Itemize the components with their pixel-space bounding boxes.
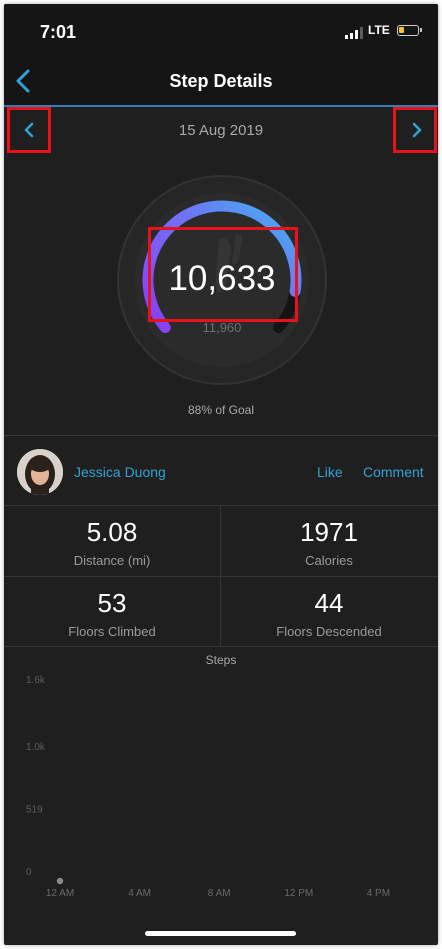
chevron-right-icon xyxy=(412,122,422,138)
y-tick-label: 1.0k xyxy=(26,742,46,753)
chart-title: Steps xyxy=(206,653,237,667)
divider xyxy=(4,646,438,647)
stat-distance: 5.08 Distance (mi) xyxy=(4,517,220,568)
nav-bar: Step Details xyxy=(4,56,438,107)
x-tick-label: 4 AM xyxy=(128,888,151,899)
stat-label: Calories xyxy=(305,553,353,568)
stat-floors-descended: 44 Floors Descended xyxy=(221,588,437,639)
divider xyxy=(4,576,438,577)
status-bar: 7:01 LTE xyxy=(4,4,438,56)
signal-icon xyxy=(345,27,363,39)
y-tick-label: 0 xyxy=(26,867,32,878)
stat-value: 53 xyxy=(97,588,127,618)
x-tick-label: 12 AM xyxy=(46,888,74,899)
y-tick-label: 519 xyxy=(26,805,43,816)
status-time: 7:01 xyxy=(40,22,77,42)
stat-label: Distance (mi) xyxy=(73,553,151,568)
stat-label: Floors Climbed xyxy=(68,624,156,639)
x-tick-dot xyxy=(56,877,64,885)
stat-label: Floors Descended xyxy=(276,624,382,639)
divider xyxy=(4,505,438,506)
home-indicator[interactable] xyxy=(145,931,296,936)
goal-percent: 88% of Goal xyxy=(187,403,255,417)
avatar[interactable] xyxy=(17,449,63,495)
network-label: LTE xyxy=(368,23,390,37)
x-tick-label: 8 AM xyxy=(208,888,231,899)
x-tick-label: 12 PM xyxy=(284,888,313,899)
divider xyxy=(4,435,438,436)
step-goal: 11,960 xyxy=(202,320,242,335)
page-title: Step Details xyxy=(169,71,273,91)
like-button[interactable]: Like xyxy=(317,464,343,480)
battery-low-icon xyxy=(397,25,422,36)
selected-date: 15 Aug 2019 xyxy=(178,122,264,139)
phone-screen: 7:01 LTE Step Details 15 Aug 2019 10,633… xyxy=(4,4,438,945)
x-tick-label: 4 PM xyxy=(367,888,390,899)
stat-value: 1971 xyxy=(300,517,358,547)
step-count: 10,633 xyxy=(168,259,276,298)
steps-chart: Steps 0 519 1.0k 1.6k 12 AM 4 AM 8 AM 12 PM 4 P… xyxy=(26,653,390,899)
stat-calories: 1971 Calories xyxy=(221,517,437,568)
y-tick-label: 1.6k xyxy=(26,675,46,686)
divider xyxy=(220,506,221,646)
stat-value: 44 xyxy=(314,588,344,618)
stat-value: 5.08 xyxy=(86,517,138,547)
user-name-link[interactable]: Jessica Duong xyxy=(74,464,166,480)
next-day-button[interactable] xyxy=(393,107,437,153)
comment-button[interactable]: Comment xyxy=(363,464,424,480)
date-navigator: 15 Aug 2019 xyxy=(4,107,438,153)
stat-floors-climbed: 53 Floors Climbed xyxy=(4,588,220,639)
